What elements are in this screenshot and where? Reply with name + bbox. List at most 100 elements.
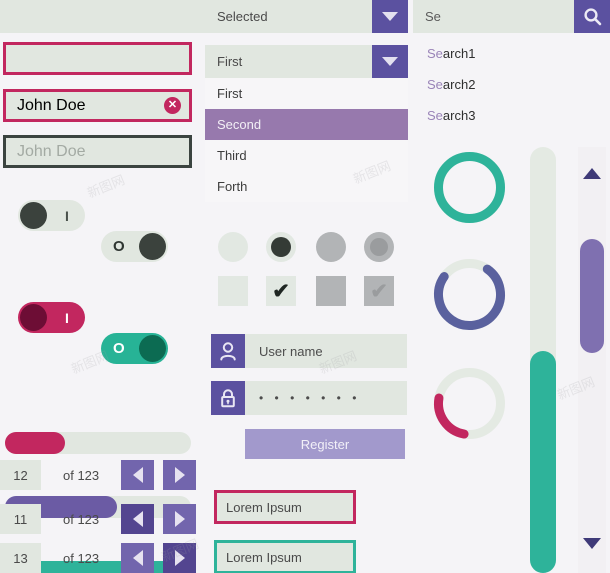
checkbox-checked-disabled: ✔ xyxy=(364,276,394,306)
ui-kit-canvas: John Doe ✕ John Doe I O I O 12 of 123 11… xyxy=(0,0,610,573)
plain-input-field[interactable] xyxy=(0,0,205,33)
circular-progress-25 xyxy=(430,364,509,448)
search-button[interactable] xyxy=(574,0,610,33)
pagination-row-1: 12 of 123 xyxy=(0,460,200,490)
check-icon: ✔ xyxy=(370,279,388,303)
search-bar[interactable]: Se xyxy=(413,0,610,33)
toggle-mark: O xyxy=(113,238,125,255)
toggle-switch-on-crimson[interactable]: I xyxy=(18,302,85,333)
search-result-match: Se xyxy=(427,45,443,61)
approved-validation-input[interactable]: Lorem Ipsum xyxy=(214,540,356,573)
progress-bar-crimson xyxy=(5,432,191,454)
search-icon xyxy=(583,8,601,26)
caret-left-icon xyxy=(132,511,143,527)
chevron-down-icon xyxy=(382,12,398,21)
checkbox-unchecked-disabled xyxy=(316,276,346,306)
focused-input-placeholder[interactable]: John Doe xyxy=(3,135,192,168)
search-result-match: Se xyxy=(427,107,443,123)
dropdown-option-third[interactable]: Third xyxy=(205,140,408,171)
dropdown-collapsed[interactable]: Selected xyxy=(205,0,408,33)
toggle-switch-off-left[interactable]: I xyxy=(18,200,85,231)
dropdown-option-first[interactable]: First xyxy=(205,78,408,109)
toggle-knob xyxy=(139,233,166,260)
search-result-3[interactable]: Se arch3 xyxy=(413,100,610,130)
toggle-knob xyxy=(20,202,47,229)
search-result-rest: arch1 xyxy=(442,45,476,61)
toggle-mark: O xyxy=(113,340,125,357)
search-input[interactable]: Se xyxy=(413,0,574,33)
circular-progress-100 xyxy=(430,148,509,232)
caret-right-icon xyxy=(174,467,185,483)
search-result-rest: arch3 xyxy=(442,107,476,123)
next-page-button[interactable] xyxy=(163,504,197,534)
page-number[interactable]: 13 xyxy=(0,543,41,573)
dropdown-toggle-button[interactable] xyxy=(372,0,408,33)
pagination-row-3: 13 of 123 xyxy=(0,543,200,573)
vertical-progress-fill xyxy=(530,351,556,573)
user-icon xyxy=(211,334,245,368)
toggle-switch-on-teal[interactable]: O xyxy=(101,333,168,364)
error-validation-value: Lorem Ipsum xyxy=(226,499,302,515)
lock-icon xyxy=(211,381,245,415)
scrollbar-down-button[interactable] xyxy=(583,538,601,567)
prev-page-button[interactable] xyxy=(121,460,155,490)
dropdown-selected-label: Selected xyxy=(205,0,372,33)
search-result-match: Se xyxy=(427,76,443,92)
error-input-filled[interactable]: John Doe ✕ xyxy=(3,89,192,122)
radio-unchecked-disabled xyxy=(316,232,346,262)
toggle-switch-off-right[interactable]: O xyxy=(101,231,168,262)
username-field-row[interactable]: User name xyxy=(211,334,407,368)
page-number[interactable]: 11 xyxy=(0,504,41,534)
search-result-2[interactable]: Se arch2 xyxy=(413,69,610,99)
page-total-label: of 123 xyxy=(63,550,100,566)
username-input[interactable]: User name xyxy=(245,334,407,368)
watermark: 新图网 xyxy=(84,172,127,201)
caret-left-icon xyxy=(132,550,143,566)
error-input-filled-value: John Doe xyxy=(17,96,86,114)
toggle-knob xyxy=(139,335,166,362)
radio-checked[interactable] xyxy=(266,232,296,262)
error-validation-input[interactable]: Lorem Ipsum xyxy=(214,490,356,524)
dropdown-toggle-button[interactable] xyxy=(372,45,408,78)
radio-dot xyxy=(271,237,291,257)
search-result-1[interactable]: Se arch1 xyxy=(413,38,610,68)
check-icon: ✔ xyxy=(272,279,290,303)
radio-checked-disabled xyxy=(364,232,394,262)
scrollbar-up-button[interactable] xyxy=(583,151,601,179)
caret-down-icon xyxy=(583,538,601,566)
prev-page-button[interactable] xyxy=(121,543,155,573)
checkbox-checked[interactable]: ✔ xyxy=(266,276,296,306)
approved-validation-value: Lorem Ipsum xyxy=(226,549,302,565)
search-result-rest: arch2 xyxy=(442,76,476,92)
caret-right-icon xyxy=(174,511,185,527)
dropdown-option-forth[interactable]: Forth xyxy=(205,171,408,202)
caret-up-icon xyxy=(583,151,601,179)
dropdown-option-second[interactable]: Second xyxy=(205,109,408,140)
error-input-empty[interactable] xyxy=(3,42,192,75)
password-input[interactable]: • • • • • • • xyxy=(245,381,407,415)
register-button[interactable]: Register xyxy=(245,429,405,459)
checkbox-unchecked[interactable] xyxy=(218,276,248,306)
next-page-button[interactable] xyxy=(163,543,197,573)
focused-input-placeholder-text: John Doe xyxy=(17,142,86,160)
scrollbar-thumb[interactable] xyxy=(580,239,604,353)
dropdown-expanded-header[interactable]: First xyxy=(205,45,408,78)
toggle-mark: I xyxy=(65,207,69,224)
password-field-row[interactable]: • • • • • • • xyxy=(211,381,407,415)
radio-dot xyxy=(370,238,388,256)
radio-unchecked[interactable] xyxy=(218,232,248,262)
scrollbar-track[interactable] xyxy=(578,147,606,573)
circular-progress-75 xyxy=(430,255,509,339)
next-page-button[interactable] xyxy=(163,460,197,490)
vertical-progress-track xyxy=(530,147,556,573)
toggle-knob xyxy=(20,304,47,331)
pagination-row-2: 11 of 123 xyxy=(0,504,200,534)
page-number[interactable]: 12 xyxy=(0,460,41,490)
prev-page-button[interactable] xyxy=(121,504,155,534)
password-dots: • • • • • • • xyxy=(259,391,361,405)
page-total-label: of 123 xyxy=(63,467,100,483)
caret-left-icon xyxy=(132,467,143,483)
page-total-label: of 123 xyxy=(63,511,100,527)
close-icon[interactable]: ✕ xyxy=(164,97,181,114)
toggle-mark: I xyxy=(65,309,69,326)
